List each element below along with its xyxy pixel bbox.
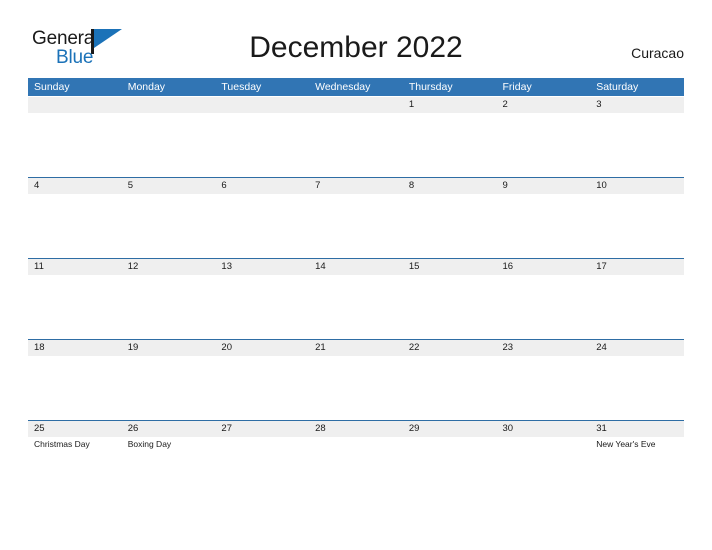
day-cell[interactable]: 22 <box>403 340 497 357</box>
day-number: 22 <box>408 342 420 353</box>
day-number: 16 <box>502 261 514 272</box>
day-cell[interactable]: 12 <box>122 259 216 276</box>
day-number: 26 <box>127 423 139 434</box>
day-cell[interactable]: 1 <box>403 97 497 114</box>
page-header: General Blue December 2022 Curacao <box>0 0 712 78</box>
day-cell[interactable]: 2 <box>497 97 591 114</box>
day-cell[interactable]: 16 <box>497 259 591 276</box>
day-number: 23 <box>502 342 514 353</box>
day-cell[interactable]: 13 <box>215 259 309 276</box>
day-cell[interactable]: 29 <box>403 421 497 450</box>
day-number: 11 <box>34 261 44 272</box>
day-number: 18 <box>34 342 45 353</box>
day-cell[interactable]: 30 <box>497 421 591 450</box>
day-number: 17 <box>596 261 607 272</box>
day-cell[interactable]: 17 <box>590 259 684 276</box>
day-number: 14 <box>315 261 326 272</box>
day-cell[interactable]: 26 Boxing Day <box>122 421 216 450</box>
day-cell[interactable]: 4 <box>28 178 122 195</box>
day-cell[interactable]: 31 New Year's Eve <box>590 421 684 450</box>
day-cell[interactable]: 28 <box>309 421 403 450</box>
day-number: 12 <box>127 261 139 272</box>
weekday-header-thursday: Thursday <box>408 81 453 93</box>
day-number: 4 <box>34 180 40 191</box>
day-cell[interactable]: 23 <box>497 340 591 357</box>
day-cell[interactable]: 20 <box>215 340 309 357</box>
day-cell[interactable]: 6 <box>215 178 309 195</box>
weekday-header-sunday: Sunday <box>34 81 70 93</box>
day-number: 5 <box>127 180 133 191</box>
day-cell[interactable]: 21 <box>309 340 403 357</box>
day-number <box>128 97 216 113</box>
week-row: 25 Christmas Day 26 Boxing Day 27 28 29 … <box>28 420 684 501</box>
weekday-header-row: Sunday Monday Tuesday Wednesday Thursday… <box>28 78 684 96</box>
locale-label: Curacao <box>631 45 684 61</box>
day-event: Boxing Day <box>127 439 172 449</box>
day-number: 10 <box>596 180 607 191</box>
day-number <box>34 97 122 113</box>
day-number: 31 <box>596 423 607 434</box>
day-cell[interactable]: 9 <box>497 178 591 195</box>
weekday-header-saturday: Saturday <box>596 81 639 93</box>
day-number: 3 <box>596 99 602 110</box>
day-number: 9 <box>502 180 508 191</box>
day-cell[interactable]: 5 <box>122 178 216 195</box>
day-cell[interactable] <box>28 97 122 114</box>
page-title: December 2022 <box>249 31 463 64</box>
day-cell[interactable] <box>215 97 309 114</box>
week-row: 4 5 6 7 8 9 10 <box>28 177 684 258</box>
day-number: 25 <box>34 423 45 434</box>
day-cell[interactable]: 15 <box>403 259 497 276</box>
day-number: 2 <box>502 99 508 110</box>
day-event: New Year's Eve <box>596 439 656 449</box>
day-number: 24 <box>596 342 607 353</box>
day-cell[interactable]: 3 <box>590 97 684 114</box>
day-number: 30 <box>502 423 514 434</box>
day-cell[interactable]: 25 Christmas Day <box>28 421 122 450</box>
day-cell[interactable]: 19 <box>122 340 216 357</box>
day-number: 29 <box>408 423 420 434</box>
calendar-grid: Sunday Monday Tuesday Wednesday Thursday… <box>28 78 684 501</box>
day-cell[interactable] <box>309 97 403 114</box>
day-event: Christmas Day <box>34 439 90 449</box>
week-row: 11 12 13 14 15 16 17 <box>28 258 684 339</box>
week-row: 1 2 3 <box>28 96 684 177</box>
day-number: 20 <box>221 342 232 353</box>
day-number <box>221 97 309 113</box>
day-number: 19 <box>127 342 139 353</box>
day-number: 8 <box>408 180 415 191</box>
day-cell[interactable] <box>122 97 216 114</box>
day-number <box>315 97 403 113</box>
day-number: 7 <box>315 180 321 191</box>
day-cell[interactable]: 24 <box>590 340 684 357</box>
day-number: 6 <box>221 180 227 191</box>
day-cell[interactable]: 27 <box>215 421 309 450</box>
day-cell[interactable]: 11 <box>28 259 122 276</box>
day-number: 1 <box>408 99 415 110</box>
day-number: 27 <box>221 423 232 434</box>
weekday-header-friday: Friday <box>502 81 532 93</box>
weekday-header-monday: Monday <box>127 81 166 93</box>
weekday-header-wednesday: Wednesday <box>315 81 371 93</box>
day-cell[interactable]: 14 <box>309 259 403 276</box>
day-number: 21 <box>315 342 326 353</box>
day-cell[interactable]: 18 <box>28 340 122 357</box>
weekday-header-tuesday: Tuesday <box>221 81 262 93</box>
day-cell[interactable]: 10 <box>590 178 684 195</box>
day-cell[interactable]: 7 <box>309 178 403 195</box>
day-cell[interactable]: 8 <box>403 178 497 195</box>
day-number: 15 <box>408 261 420 272</box>
day-number: 28 <box>315 423 326 434</box>
week-row: 18 19 20 21 22 23 24 <box>28 339 684 420</box>
day-number: 13 <box>221 261 232 272</box>
